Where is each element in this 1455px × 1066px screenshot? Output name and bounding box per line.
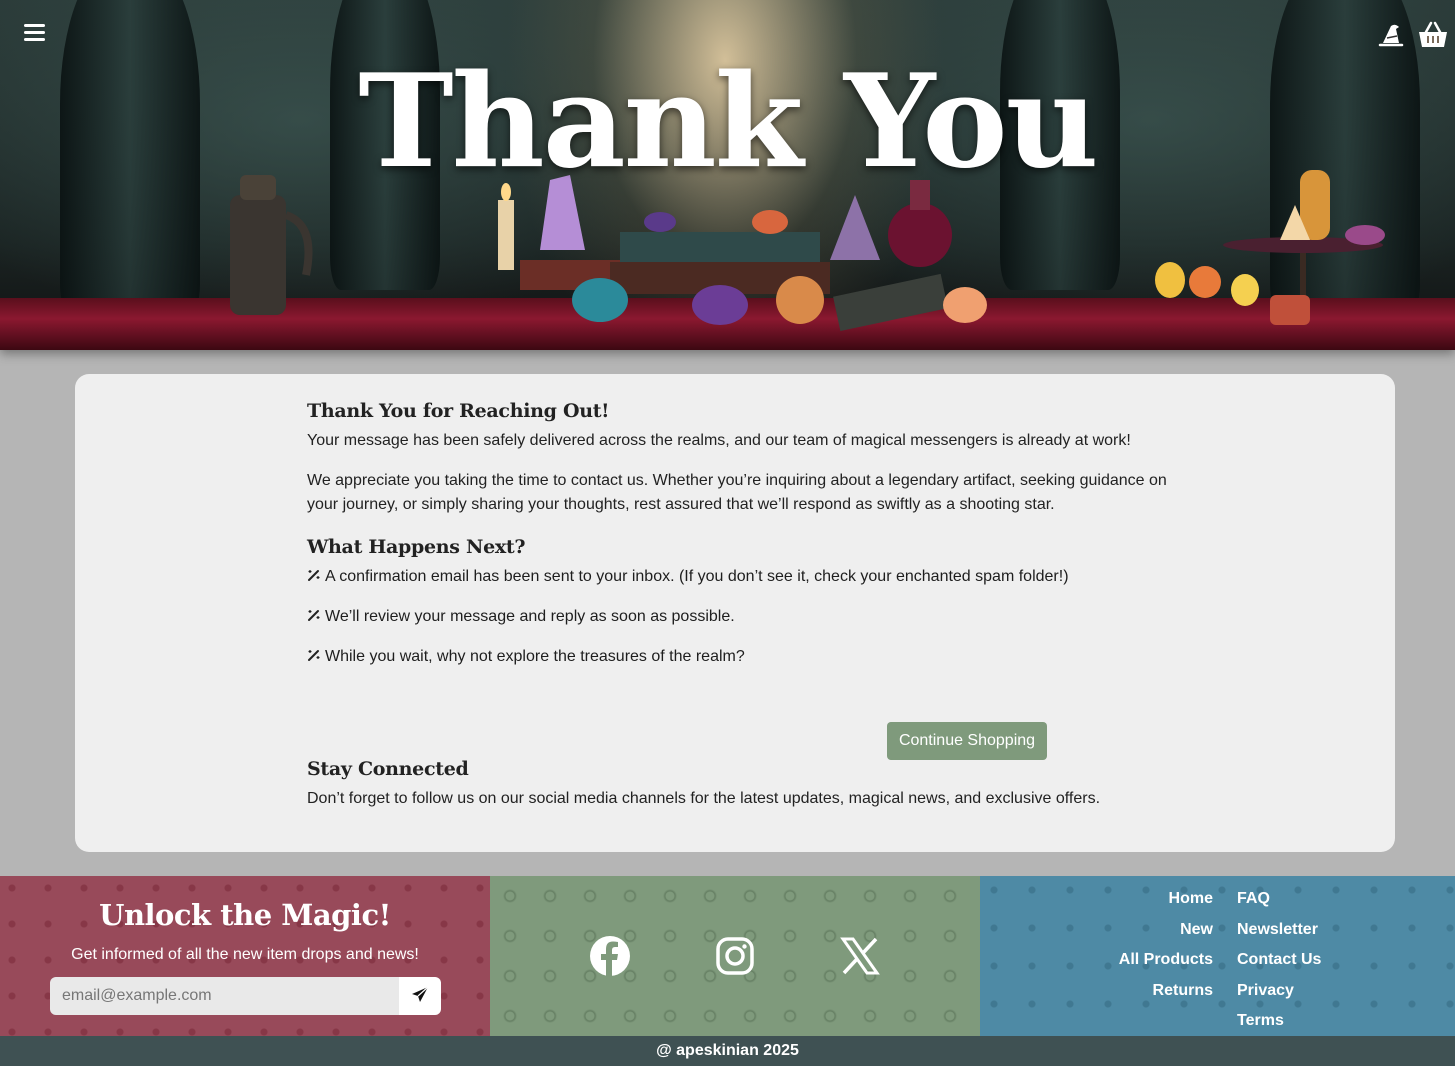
wizard-hat-icon[interactable] bbox=[1376, 20, 1406, 50]
footer-link-home[interactable]: Home bbox=[980, 884, 1213, 915]
copyright-bar: @ apeskinian 2025 bbox=[0, 1036, 1455, 1066]
newsletter-submit-button[interactable] bbox=[399, 977, 441, 1015]
footer-link-new[interactable]: New bbox=[980, 915, 1213, 946]
footer-link-returns[interactable]: Returns bbox=[980, 976, 1213, 1007]
instagram-icon[interactable] bbox=[713, 934, 757, 978]
next-step-text: A confirmation email has been sent to yo… bbox=[325, 568, 1069, 585]
x-icon[interactable] bbox=[838, 934, 882, 978]
email-input[interactable] bbox=[50, 977, 399, 1015]
footer-link-newsletter[interactable]: Newsletter bbox=[1237, 915, 1437, 946]
newsletter-section: Unlock the Magic! Get informed of all th… bbox=[0, 876, 490, 1036]
footer-link-all-products[interactable]: All Products bbox=[980, 945, 1213, 976]
hero-banner: Thank You bbox=[0, 0, 1455, 350]
next-step-text: While you wait, why not explore the trea… bbox=[325, 648, 745, 665]
footer-link-contact-us[interactable]: Contact Us bbox=[1237, 945, 1437, 976]
newsletter-title: Unlock the Magic! bbox=[99, 898, 391, 932]
stay-connected-text: Don’t forget to follow us on our social … bbox=[307, 790, 1101, 807]
next-step-text: We’ll review your message and reply as s… bbox=[325, 608, 735, 625]
basket-icon[interactable] bbox=[1417, 20, 1449, 50]
footer-links-right: FAQ Newsletter Contact Us Privacy Terms bbox=[1237, 884, 1437, 1037]
stay-connected-heading: Stay Connected bbox=[307, 758, 469, 780]
hamburger-menu-icon[interactable] bbox=[20, 20, 50, 50]
social-section bbox=[490, 876, 980, 1036]
footer-links: Home New All Products Returns FAQ Newsle… bbox=[980, 876, 1455, 1036]
newsletter-subtitle: Get informed of all the new item drops a… bbox=[71, 946, 419, 963]
continue-shopping-button[interactable]: Continue Shopping bbox=[887, 722, 1047, 760]
magic-wand-icon bbox=[308, 610, 320, 621]
footer-link-terms[interactable]: Terms bbox=[1237, 1006, 1437, 1037]
paper-plane-icon bbox=[412, 986, 429, 1002]
magic-wand-icon bbox=[308, 650, 320, 661]
magic-wand-icon bbox=[308, 570, 320, 581]
thank-you-heading: Thank You for Reaching Out! bbox=[307, 400, 610, 422]
facebook-icon[interactable] bbox=[588, 934, 632, 978]
footer-link-faq[interactable]: FAQ bbox=[1237, 884, 1437, 915]
next-step-item: A confirmation email has been sent to yo… bbox=[307, 565, 1167, 589]
thank-you-appreciation: We appreciate you taking the time to con… bbox=[307, 472, 1167, 513]
next-step-item: While you wait, why not explore the trea… bbox=[307, 645, 1167, 669]
footer-link-privacy[interactable]: Privacy bbox=[1237, 976, 1437, 1007]
next-steps-heading: What Happens Next? bbox=[307, 536, 526, 558]
thank-you-card: Thank You for Reaching Out! Your message… bbox=[75, 374, 1395, 852]
next-step-item: We’ll review your message and reply as s… bbox=[307, 605, 1167, 629]
thank-you-intro: Your message has been safely delivered a… bbox=[307, 432, 1131, 449]
hero-title: Thank You bbox=[358, 47, 1098, 197]
footer-links-left: Home New All Products Returns bbox=[980, 884, 1213, 1006]
newsletter-form bbox=[50, 977, 441, 1015]
